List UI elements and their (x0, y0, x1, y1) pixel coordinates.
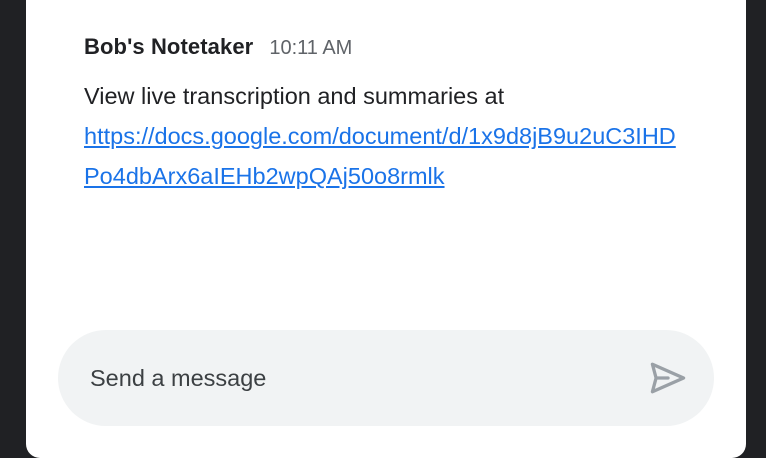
send-button[interactable] (646, 356, 690, 400)
message-body: View live transcription and summaries at… (84, 76, 704, 196)
message-input[interactable] (90, 330, 630, 426)
message-composer (58, 330, 714, 426)
send-icon (650, 362, 686, 394)
chat-panel: Bob's Notetaker 10:11 AM View live trans… (26, 0, 746, 458)
message-sender: Bob's Notetaker (84, 34, 254, 59)
message-timestamp: 10:11 AM (269, 37, 353, 59)
chat-message: Bob's Notetaker 10:11 AM View live trans… (84, 34, 704, 196)
transcription-link[interactable]: https://docs.google.com/document/d/1x9d8… (84, 116, 689, 196)
message-text: View live transcription and summaries at (84, 83, 505, 109)
message-header: Bob's Notetaker 10:11 AM (84, 34, 704, 68)
